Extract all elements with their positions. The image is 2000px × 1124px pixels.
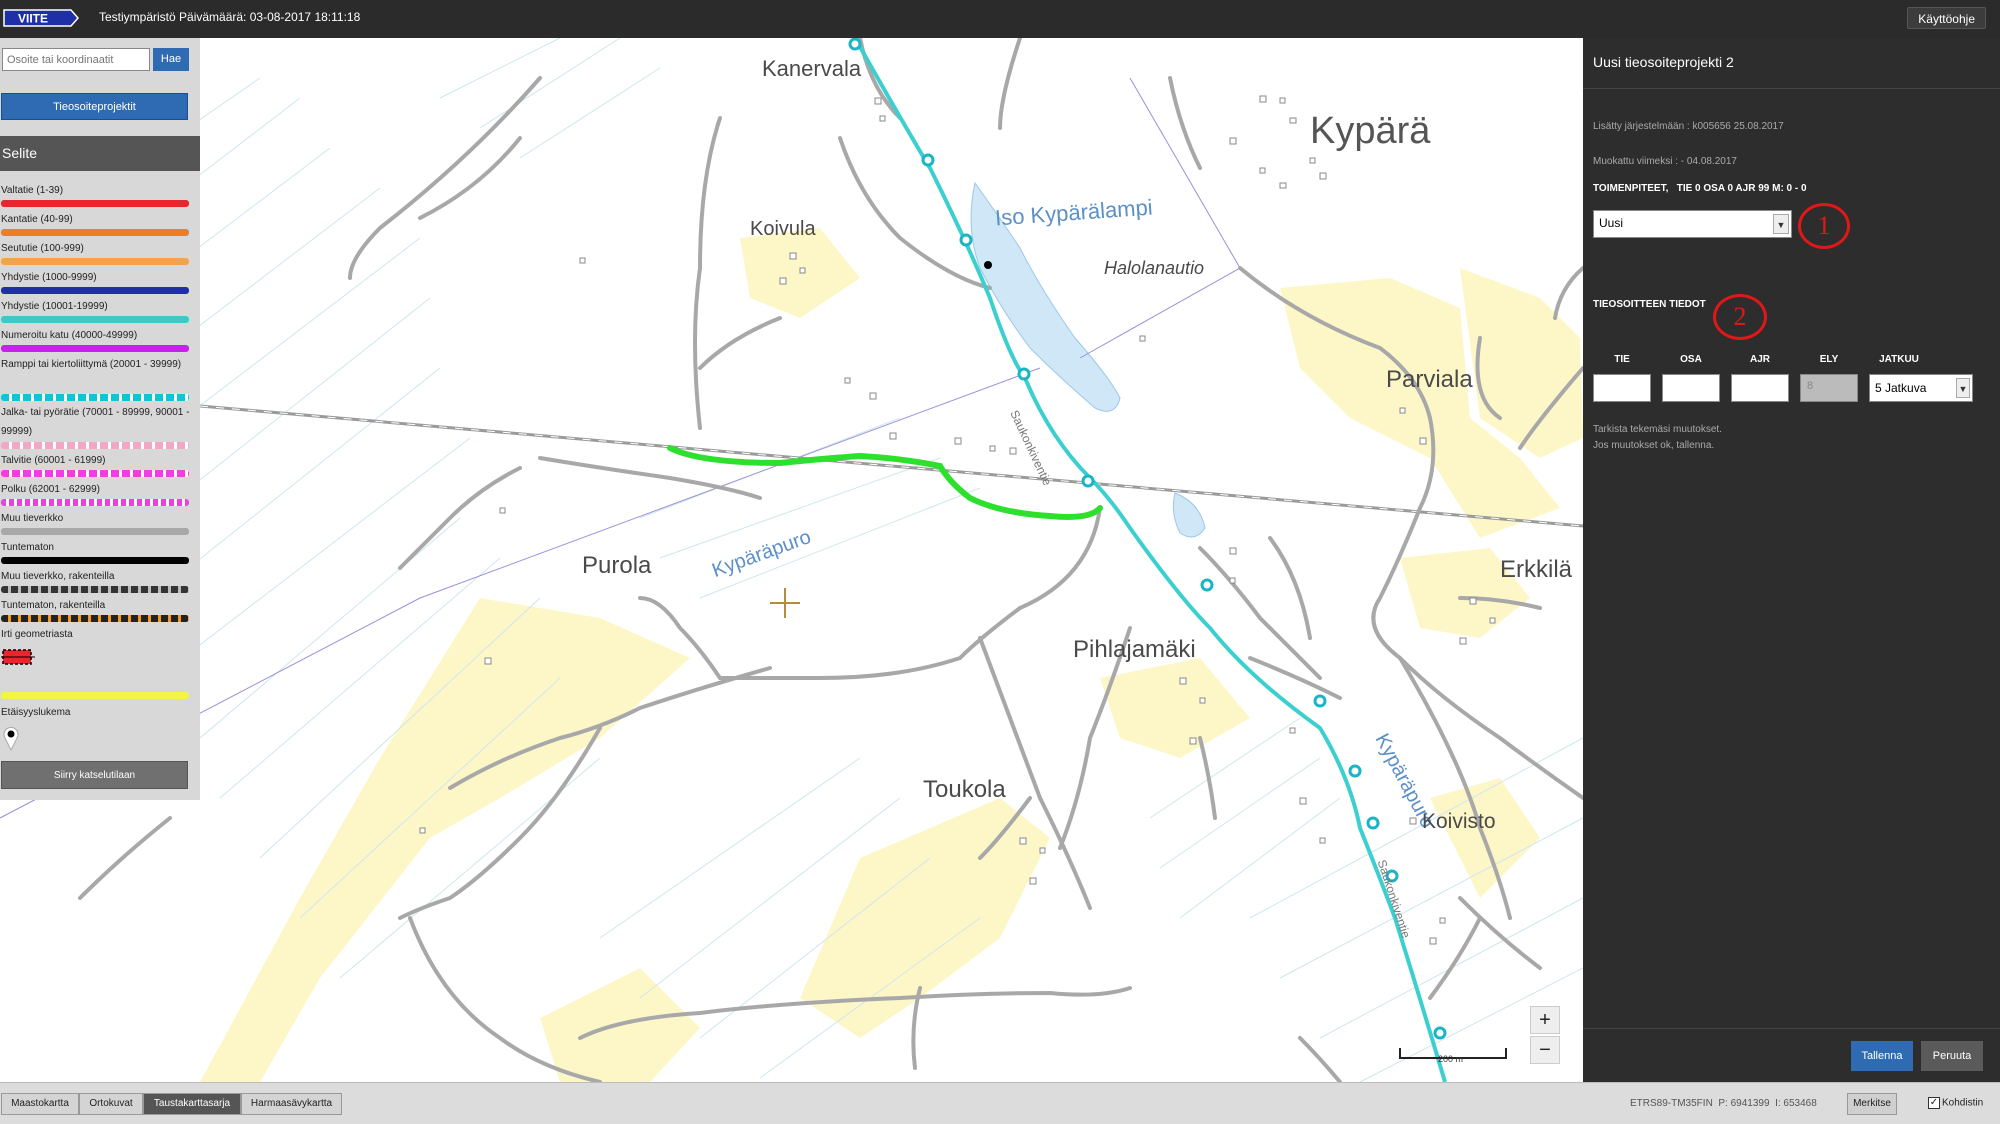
ely-input: 8 [1800,374,1858,402]
legend-label: Muu tieverkko [1,513,64,524]
legend-label: Tuntematon, rakenteilla [1,600,106,611]
legend-line [1,200,189,207]
osa-input[interactable] [1662,374,1720,402]
mark-button[interactable]: Merkitse [1847,1093,1897,1115]
legend-label: Tuntematon [1,542,54,553]
logo-text: VIITE [18,12,48,26]
legend-line [1,316,189,323]
environment-info: Testiympäristö Päivämäärä: 03-08-2017 18… [99,10,361,24]
projects-button[interactable]: Tieosoiteprojektit [1,93,188,120]
legend-title: Selite [0,136,200,171]
legend-label: Irti geometriasta [1,629,73,640]
target-label: Kohdistin [1942,1097,1984,1109]
place-label: Purola [582,552,652,579]
added-info: Lisätty järjestelmään : k005656 25.08.20… [1593,121,1784,132]
legend-label: Polku (62001 - 62999) [1,484,100,495]
divider [1583,88,2000,89]
modified-info: Muokattu viimeksi : - 04.08.2017 [1593,156,1737,167]
actions-header: TOIMENPITEET, TIE 0 OSA 0 AJR 99 M: 0 - … [1593,183,1807,194]
help-button[interactable]: Käyttöohje [1907,7,1986,29]
legend-line [1,499,189,506]
address-header: TIEOSOITTEEN TIEDOT [1593,299,1706,310]
search-input[interactable] [2,48,150,71]
column-header-ely: ELY [1819,354,1839,365]
legend-line [1,442,189,449]
switch-to-view-mode-button[interactable]: Siirry katselutilaan [1,761,188,789]
legend-label: Yhdystie (10001-19999) [1,301,108,312]
legend-label: Numeroitu katu (40000-49999) [1,330,138,341]
tie-input[interactable] [1593,374,1651,402]
legend-line [1,557,189,564]
jatkuu-select[interactable]: 5 Jatkuva ▼ [1869,374,1973,402]
legend-label: Ramppi tai kiertoliittymä (20001 - 39999… [1,359,182,370]
project-title: Uusi tieosoiteprojekti 2 [1593,54,1734,70]
chevron-down-icon[interactable]: ▼ [1956,378,1970,398]
column-header-ajr: AJR [1749,354,1770,365]
legend-highlight-line [1,692,189,699]
legend-label: Etäisyyslukema [1,707,71,718]
legend-label: Muu tieverkko, rakenteilla [1,571,115,582]
left-panel: Hae Tieosoiteprojektit Selite Valtatie (… [0,38,200,800]
place-label: Koivisto [1422,810,1496,833]
jatkuu-select-value: 5 Jatkuva [1875,381,1927,395]
search-button[interactable]: Hae [153,48,189,71]
place-label: Parviala [1386,366,1473,393]
place-label: Kanervala [762,56,862,81]
legend-line [1,615,189,622]
target-checkbox[interactable]: ✓ [1928,1097,1940,1109]
zoom-in-button[interactable]: + [1530,1006,1560,1034]
legend-label: Yhdystie (1000-9999) [1,272,97,283]
legend-label: Valtatie (1-39) [1,185,64,196]
map-cursor-icon [770,588,800,618]
legend-line [1,345,189,352]
project-panel: Uusi tieosoiteprojekti 2 Lisätty järjest… [1583,38,2000,1082]
annotation-marker-2: 2 [1713,294,1767,340]
column-header-osa: OSA [1680,354,1702,365]
save-button[interactable]: Tallenna [1851,1041,1913,1071]
layer-button-ortokuvat[interactable]: Ortokuvat [79,1093,143,1115]
layer-button-taustakarttasarja[interactable]: Taustakarttasarja [143,1093,241,1115]
chevron-down-icon[interactable]: ▼ [1773,214,1789,234]
legend-line [1,258,189,265]
distance-marker-icon [3,726,19,752]
place-label: Pihlajamäki [1073,636,1196,663]
legend-label: Seututie (100-999) [1,243,84,254]
place-label: Kypärä [1310,110,1431,152]
action-select[interactable]: Uusi ▼ [1593,210,1792,238]
coordinate-readout: ETRS89-TM35FIN P: 6941399 I: 653468 [1630,1098,1817,1109]
place-label: Toukola [923,776,1006,803]
check-text-1: Tarkista tekemäsi muutokset. [1593,424,1722,435]
place-label: Erkkilä [1500,556,1573,583]
map-view[interactable]: Kanervala Kypärä Iso Kypärälampi Koivula… [0,38,1583,1082]
scale-label: 200 m [1438,1054,1464,1064]
column-header-jatkuu: JATKUU [1879,354,1919,365]
target-toggle[interactable]: ✓ Kohdistin [1928,1097,1983,1109]
ajr-input[interactable] [1731,374,1789,402]
layer-button-maastokartta[interactable]: Maastokartta [1,1093,79,1115]
top-bar: VIITE Testiympäristö Päivämäärä: 03-08-2… [0,0,2000,38]
place-label: Koivula [750,218,816,240]
place-label: Halolanautio [1104,258,1205,278]
legend-line [1,287,189,294]
map-canvas[interactable] [0,38,1583,1082]
layer-button-harmaasavykartta[interactable]: Harmaasävykartta [241,1093,342,1115]
legend-label: Kantatie (40-99) [1,214,73,225]
legend-line [1,394,189,401]
zoom-out-button[interactable]: − [1530,1036,1560,1064]
bottom-bar: Maastokartta Ortokuvat Taustakarttasarja… [0,1082,2000,1124]
cancel-button[interactable]: Peruuta [1921,1041,1983,1071]
legend-line [1,229,189,236]
viite-logo[interactable]: VIITE [3,9,79,27]
action-select-value: Uusi [1599,216,1624,230]
column-header-tie: TIE [1614,354,1630,365]
check-text-2: Jos muutokset ok, tallenna. [1593,440,1715,451]
legend-line [1,528,189,535]
legend-line [1,470,189,477]
annotation-marker-1: 1 [1798,203,1850,249]
legend-label: Jalka- tai pyörätie (70001 - 89999, 9000… [1,407,190,437]
legend-line [1,586,189,593]
legend-label: Talvitie (60001 - 61999) [1,455,106,466]
floating-geometry-icon [1,649,35,665]
